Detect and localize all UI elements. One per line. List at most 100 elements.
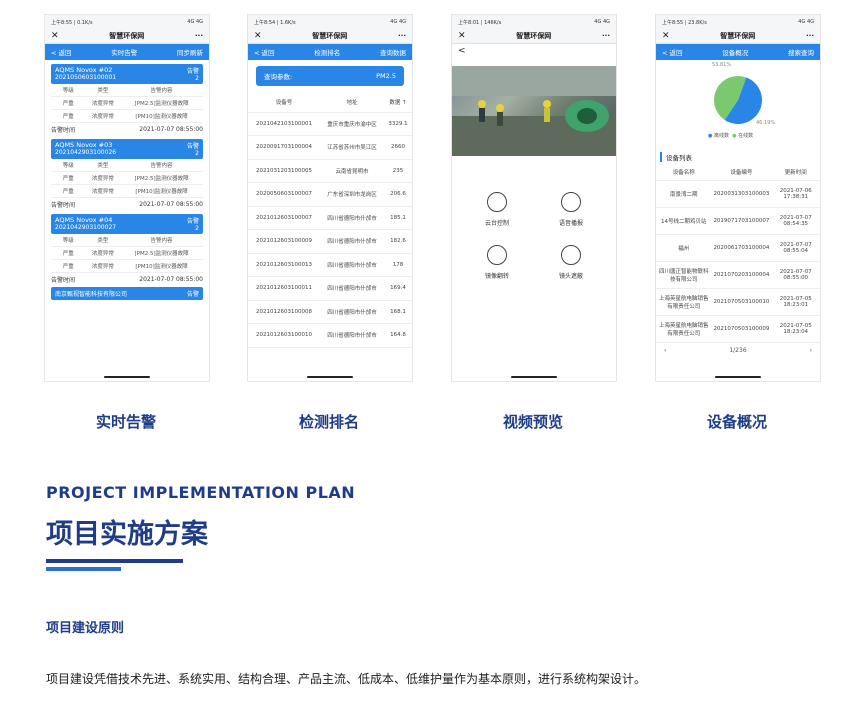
alert-row: 严重 浓度异常 [PM10]监测仪器故障	[51, 110, 203, 123]
device-pie-chart: 53.81% 46.19% ● 离线数 ● 在线数	[656, 60, 820, 146]
voice-broadcast-icon	[561, 192, 581, 212]
alert-cell: 浓度异常	[91, 114, 114, 120]
back-button[interactable]: < 返回	[51, 47, 72, 57]
table-row[interactable]: 2021012603100007 四川省德阳市什邡市 185.1	[248, 206, 412, 230]
close-icon[interactable]: ✕	[662, 31, 670, 41]
alert-cell: 浓度异常	[91, 101, 114, 107]
status-right: 4G 4G	[187, 19, 203, 25]
table-cell: 四川省德阳市什邡市	[319, 206, 385, 230]
alert-cell: 严重	[62, 251, 74, 257]
app-title: 智慧环保网	[109, 32, 145, 40]
alert-cell: 严重	[62, 189, 74, 195]
more-icon[interactable]: ···	[602, 32, 610, 40]
close-icon[interactable]: ✕	[51, 31, 59, 41]
table-row[interactable]: 福州 2020061703100004 2021-07-07 08:55:04	[656, 234, 820, 262]
search-button[interactable]: 搜索查询	[788, 47, 814, 57]
table-row[interactable]: 2020050603100007 广东省深圳市龙岗区 206.6	[248, 182, 412, 207]
status-right: 4G 4G	[594, 19, 610, 25]
sync-button[interactable]: 同步刷新	[177, 47, 203, 57]
alert-card-last[interactable]: 南京甄视智能科技有限公司 告警	[51, 287, 203, 300]
alert-cell: 浓度异常	[91, 189, 114, 195]
table-cell: 2021012603100013	[248, 253, 320, 277]
alert-badge: 告警	[186, 218, 199, 225]
more-icon[interactable]: ···	[195, 32, 203, 40]
phone-video: 上午8:01 | 146K/s 4G 4G ✕ 智慧环保网 ··· < 云台控制…	[451, 14, 617, 382]
query-data-button[interactable]: 查询数据	[380, 47, 406, 57]
more-icon[interactable]: ···	[806, 32, 814, 40]
alert-card-header[interactable]: AQMS Novox #04 2021042903100027 告警 2	[51, 214, 203, 234]
section-title-cn: 项目实施方案	[46, 519, 208, 550]
tab-title: 实时告警	[111, 49, 138, 57]
table-row[interactable]: 上海英星航电脑销售有限责任公司 2021070503100010 2021-07-0…	[656, 288, 820, 316]
tab-bar: < 返回 设备概况 搜索查询	[656, 44, 820, 60]
close-icon[interactable]: ✕	[458, 31, 466, 41]
table-row[interactable]: 上海英星航电脑销售有限责任公司 2021070503100009 2021-07-0…	[656, 315, 820, 343]
table-cell: 2660	[384, 135, 412, 160]
caption-alerts: 实时告警	[95, 413, 156, 431]
close-icon[interactable]: ✕	[254, 31, 262, 41]
table-cell: 235	[384, 159, 412, 183]
alert-card-header[interactable]: AQMS Novox #03 2021042903100026 告警 2	[51, 139, 203, 159]
more-icon[interactable]: ···	[398, 32, 406, 40]
alert-badge: 告警	[186, 68, 199, 75]
column-header[interactable]: 设备号	[248, 92, 320, 113]
table-cell: 江苏省苏州市吴江区	[319, 135, 385, 160]
home-indicator	[715, 376, 761, 378]
table-row[interactable]: 2021012603100008 四川省德阳市什邡市 168.1	[248, 300, 412, 324]
prev-page-icon[interactable]: ‹	[664, 347, 666, 354]
back-button[interactable]: <	[458, 46, 466, 56]
next-page-icon[interactable]: ›	[810, 347, 812, 354]
table-row[interactable]: 2021012603100011 四川省德阳市什邡市 169.4	[248, 276, 412, 301]
control-lens-mask[interactable]: 镜头遮蔽	[534, 235, 608, 280]
column-header: 等级	[62, 238, 74, 244]
table-row[interactable]: 2021012603100013 四川省德阳市什邡市 178	[248, 253, 412, 277]
alert-card-name: AQMS Novox #02	[55, 66, 113, 74]
table-row[interactable]: 南景湾二期 2020031303100003 2021-07-06 17:38:31	[656, 180, 820, 208]
column-header[interactable]: 数据 ↑	[384, 92, 412, 113]
alert-card-code: 2021050603100001	[55, 74, 117, 81]
alert-cell: [PM10]监测仪器故障	[135, 189, 188, 195]
device-list-title: 设备列表	[660, 152, 816, 162]
table-cell: 上海英星航电脑销售有限责任公司	[656, 315, 712, 343]
table-row[interactable]: 2021012603100010 四川省德阳市什邡市 164.8	[248, 323, 412, 348]
table-cell: 2021031203100005	[248, 159, 320, 183]
status-left: 上午8:54 | 1.6K/s	[254, 19, 296, 26]
table-row[interactable]: 2021031203100005 云南省昆明市 235	[248, 159, 412, 183]
table-row[interactable]: 2021042103100001 重庆市重庆市渝中区 3329.1	[248, 112, 412, 136]
table-cell: 2021070503100010	[711, 288, 772, 316]
back-button[interactable]: < 返回	[662, 47, 683, 57]
control-voice-broadcast[interactable]: 语音播报	[534, 182, 608, 227]
query-param-bar[interactable]: 查询参数: PM2.5	[256, 66, 404, 86]
sub-nav: <	[452, 44, 616, 58]
table-cell: 168.1	[384, 300, 412, 324]
control-mirror-flip[interactable]: 镜像翻转	[460, 235, 534, 280]
table-cell: 2020050603100007	[248, 182, 320, 207]
tab-title: 设备概况	[722, 49, 749, 57]
table-cell: 2021042103100001	[248, 112, 320, 136]
alert-cell: 严重	[62, 264, 74, 270]
table-row[interactable]: 14号线二期鸡贝站 2019071703100007 2021-07-07 08:5…	[656, 207, 820, 235]
alert-row: 严重 浓度异常 [PM10]监测仪器故障	[51, 185, 203, 198]
column-header: 类型	[97, 88, 109, 94]
table-row[interactable]: 四川唐正智能物联科技有限公司 2021070203100004 2021-07-07…	[656, 261, 820, 289]
table-cell: 四川省德阳市什邡市	[319, 229, 385, 254]
column-header[interactable]: 地址	[319, 92, 385, 113]
alert-time-row: 告警时间 2021-07-07 08:55:00	[51, 273, 203, 285]
alert-card-header[interactable]: AQMS Novox #02 2021050603100001 告警 2	[51, 64, 203, 84]
alert-card-name: AQMS Novox #03	[55, 141, 113, 149]
table-cell: 2021-07-06 17:38:31	[771, 180, 820, 208]
back-button[interactable]: < 返回	[254, 47, 275, 57]
alert-badge: 告警	[186, 143, 199, 150]
column-header: 设备编号	[711, 164, 772, 181]
table-row[interactable]: 2021012603100009 四川省德阳市什邡市 182.6	[248, 229, 412, 254]
video-player[interactable]	[452, 66, 616, 156]
table-cell: 2021-07-05 18:23:04	[771, 315, 820, 343]
table-cell: 2021012603100010	[248, 323, 320, 348]
title-underline-long	[46, 559, 183, 563]
alert-time-label: 告警时间	[51, 201, 76, 209]
table-row[interactable]: 2020091703100004 江苏省苏州市吴江区 2660	[248, 135, 412, 160]
alert-time-row: 告警时间 2021-07-07 08:55:00	[51, 123, 203, 135]
pie-legend: ● 离线数 ● 在线数	[708, 133, 754, 139]
nav-bar: ✕ 智慧环保网 ···	[656, 29, 820, 44]
control-ptz-control[interactable]: 云台控制	[460, 182, 534, 227]
